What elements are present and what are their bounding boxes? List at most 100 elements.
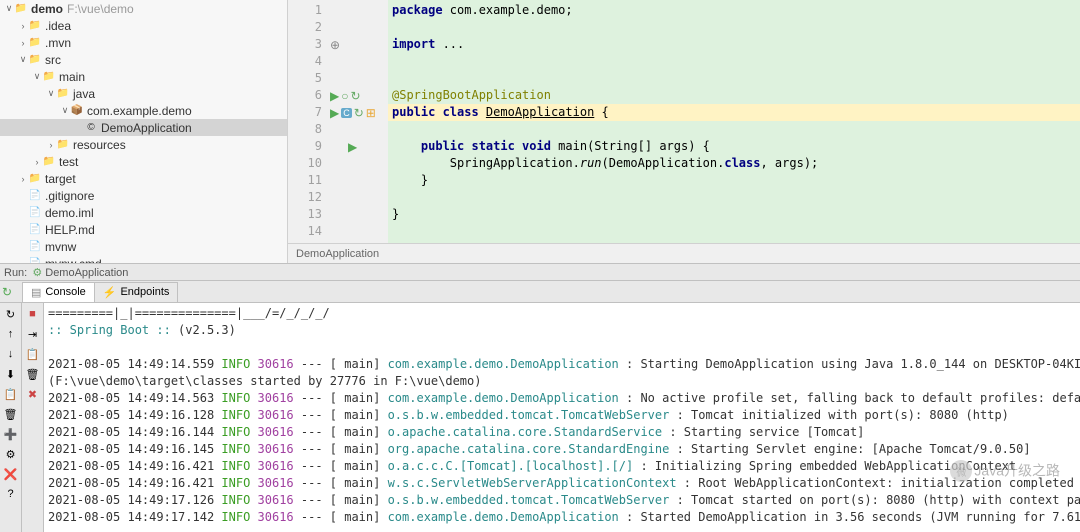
tab-console[interactable]: ▤Console bbox=[22, 282, 95, 302]
code-token: (String[] args) { bbox=[587, 139, 710, 153]
code-annotation: @SpringBootApplication bbox=[392, 88, 551, 102]
tool-button[interactable]: ↓ bbox=[2, 345, 20, 363]
code-token: , args); bbox=[760, 156, 818, 170]
code-area[interactable]: package com.example.demo; import ... @Sp… bbox=[388, 0, 1080, 263]
chevron-icon[interactable]: ∨ bbox=[60, 105, 70, 116]
tree-item[interactable]: ›📁.idea bbox=[0, 17, 287, 34]
chevron-icon[interactable]: › bbox=[18, 174, 28, 184]
log-line: 2021-08-05 14:49:17.126 INFO 30616 --- [… bbox=[48, 492, 1076, 509]
chevron-icon[interactable]: › bbox=[32, 157, 42, 167]
code-token: class bbox=[724, 156, 760, 170]
tree-label: main bbox=[59, 70, 85, 84]
tree-item[interactable]: 📄mvnw.cmd bbox=[0, 255, 287, 263]
watermark: 微Java升级之路 bbox=[948, 460, 1060, 482]
console-toolbar: ↻ ↑ ↓ ⬇ 📋 🗑 ➕ ⚙ ❌? bbox=[0, 303, 22, 532]
file-icon: 📁 bbox=[56, 87, 70, 101]
tree-item[interactable]: 📄demo.iml bbox=[0, 204, 287, 221]
breadcrumb[interactable]: DemoApplication bbox=[288, 243, 1080, 263]
tree-item[interactable]: ›📁resources bbox=[0, 136, 287, 153]
file-icon: 📄 bbox=[28, 257, 42, 264]
tree-label: DemoApplication bbox=[101, 121, 192, 135]
tool-button[interactable]: ⬇ bbox=[2, 365, 20, 383]
tool-button[interactable]: 🗑 bbox=[2, 405, 20, 423]
tree-item[interactable]: ∨📁java bbox=[0, 85, 287, 102]
tool-button[interactable]: ⚙ bbox=[2, 445, 20, 463]
console-output[interactable]: =========|_|==============|___/=/_/_/_/ … bbox=[44, 303, 1080, 532]
file-icon: 📄 bbox=[28, 189, 42, 203]
tree-item[interactable]: ›📁target bbox=[0, 170, 287, 187]
chevron-icon[interactable]: › bbox=[18, 21, 28, 31]
tree-label: .idea bbox=[45, 19, 71, 33]
tool-button[interactable]: ? bbox=[2, 485, 20, 503]
code-editor[interactable]: 1234567891011121314 ⊕ ▶○↻ ▶C↻⊞ ▶ package… bbox=[288, 0, 1080, 263]
chevron-icon[interactable]: ∨ bbox=[4, 3, 14, 14]
fold-icon[interactable]: ⊕ bbox=[330, 38, 340, 52]
code-token: run bbox=[580, 156, 602, 170]
tree-item[interactable]: ›📁.mvn bbox=[0, 34, 287, 51]
tree-item[interactable]: 📄.gitignore bbox=[0, 187, 287, 204]
tree-label: demo bbox=[31, 2, 63, 16]
code-token: public static void bbox=[392, 139, 558, 153]
code-token: ... bbox=[435, 37, 464, 51]
tree-label: resources bbox=[73, 138, 126, 152]
run-gutter-icon[interactable]: ▶ bbox=[330, 89, 339, 103]
tool-icon[interactable]: ⇥ bbox=[24, 325, 42, 343]
code-token: public class bbox=[392, 105, 486, 119]
tree-label: target bbox=[45, 172, 76, 186]
code-token: package bbox=[392, 3, 443, 17]
chevron-icon[interactable]: › bbox=[46, 140, 56, 150]
chevron-icon[interactable]: ∨ bbox=[46, 88, 56, 99]
tree-item[interactable]: 📄HELP.md bbox=[0, 221, 287, 238]
tool-icon[interactable]: ■ bbox=[24, 305, 42, 323]
run-gutter-icon[interactable]: ▶ bbox=[330, 106, 339, 120]
file-icon: 📁 bbox=[28, 172, 42, 186]
tree-item[interactable]: ∨📦com.example.demo bbox=[0, 102, 287, 119]
log-line: 2021-08-05 14:49:17.142 INFO 30616 --- [… bbox=[48, 509, 1076, 526]
file-icon: 📁 bbox=[42, 155, 56, 169]
console-tabs: ↻ ▤Console ⚡Endpoints bbox=[0, 281, 1080, 303]
log-line: 2021-08-05 14:49:16.421 INFO 30616 --- [… bbox=[48, 475, 1076, 492]
tool-button[interactable]: ↑ bbox=[2, 325, 20, 343]
code-token: (DemoApplication. bbox=[602, 156, 725, 170]
code-token: } bbox=[392, 173, 428, 187]
run-title: Run: bbox=[4, 267, 27, 279]
run-method-icon[interactable]: ▶ bbox=[348, 140, 357, 154]
watermark-text: Java升级之路 bbox=[974, 463, 1060, 479]
file-icon: 📁 bbox=[28, 36, 42, 50]
code-token: { bbox=[594, 105, 608, 119]
console-toolbar-2: ■ ⇥ 📋 🗑 ✖ bbox=[22, 303, 44, 532]
log-line: 2021-08-05 14:49:16.145 INFO 30616 --- [… bbox=[48, 441, 1076, 458]
tree-item[interactable]: ∨📁demoF:\vue\demo bbox=[0, 0, 287, 17]
log-line: 2021-08-05 14:49:16.144 INFO 30616 --- [… bbox=[48, 424, 1076, 441]
chevron-icon[interactable]: › bbox=[18, 38, 28, 48]
tree-item[interactable]: ∨📁src bbox=[0, 51, 287, 68]
tree-label: com.example.demo bbox=[87, 104, 192, 118]
tree-label: mvnw bbox=[45, 240, 76, 254]
tool-button[interactable]: ❌ bbox=[2, 465, 20, 483]
tree-item[interactable]: ›📁test bbox=[0, 153, 287, 170]
file-icon: 📁 bbox=[14, 2, 28, 16]
tool-icon[interactable]: 📋 bbox=[24, 345, 42, 363]
tool-button[interactable]: ↻ bbox=[2, 305, 20, 323]
tree-item[interactable]: ∨📁main bbox=[0, 68, 287, 85]
tool-icon[interactable]: 🗑 bbox=[24, 365, 42, 383]
tab-endpoints[interactable]: ⚡Endpoints bbox=[94, 282, 179, 302]
chevron-icon[interactable]: ∨ bbox=[32, 71, 42, 82]
rerun-icon[interactable]: ↻ bbox=[2, 285, 12, 299]
code-token: main bbox=[558, 139, 587, 153]
code-token: SpringApplication. bbox=[392, 156, 580, 170]
tool-button[interactable]: ➕ bbox=[2, 425, 20, 443]
tree-label: src bbox=[45, 53, 61, 67]
chevron-icon[interactable]: ∨ bbox=[18, 54, 28, 65]
code-token: com.example.demo; bbox=[443, 3, 573, 17]
tree-label: .mvn bbox=[45, 36, 71, 50]
tree-item[interactable]: 📄mvnw bbox=[0, 238, 287, 255]
file-icon: 📄 bbox=[28, 240, 42, 254]
log-line: 2021-08-05 14:49:16.128 INFO 30616 --- [… bbox=[48, 407, 1076, 424]
tree-label: demo.iml bbox=[45, 206, 94, 220]
tool-button[interactable]: 📋 bbox=[2, 385, 20, 403]
tool-icon[interactable]: ✖ bbox=[24, 385, 42, 403]
tree-item[interactable]: ©DemoApplication bbox=[0, 119, 287, 136]
log-line: 2021-08-05 14:49:14.563 INFO 30616 --- [… bbox=[48, 390, 1076, 407]
tree-label: test bbox=[59, 155, 78, 169]
